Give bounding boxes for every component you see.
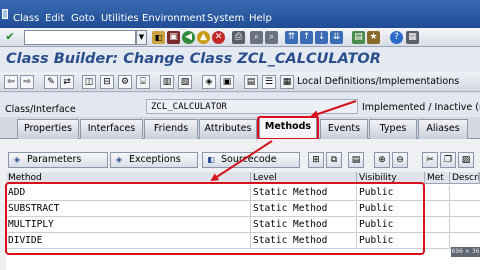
menu-environment[interactable]: Environment (142, 13, 206, 25)
class-interface-row: Class/Interface Implemented / Inactive (… (0, 93, 480, 117)
column-description[interactable]: Descri (450, 172, 480, 184)
insert-row-icon[interactable]: ⊕ (374, 152, 390, 168)
enter-check-icon[interactable]: ✔ (3, 30, 17, 44)
forward-arrow-icon[interactable]: ⇨ (20, 75, 34, 89)
cancel-icon[interactable]: ✕ (212, 31, 225, 44)
check-icon[interactable]: ⊟ (100, 75, 114, 89)
met-cell[interactable] (425, 217, 450, 233)
object-list-icon[interactable]: ▥ (160, 75, 174, 89)
create-session-icon[interactable]: ▤ (352, 31, 365, 44)
next-page-icon[interactable]: ↓ (315, 31, 328, 44)
menu-utilities[interactable]: Utilities (101, 13, 139, 25)
find-icon[interactable]: ⌕ (250, 31, 263, 44)
local-definitions-icon[interactable]: ▦ (280, 75, 294, 89)
local-definitions-button[interactable]: Local Definitions/Implementations (297, 76, 459, 87)
class-documentation-icon[interactable]: ☰ (262, 75, 276, 89)
standard-toolbar: ✔ ▼ ◧ ▣ ◀ ▲ ✕ ⎙ ⌕ ⌕ ⇈ ↑ ↓ ⇊ ▤ ★ ? ▦ (0, 28, 480, 47)
tab-friends[interactable]: Friends (144, 119, 198, 139)
command-field[interactable] (24, 30, 136, 45)
exceptions-label: Exceptions (129, 154, 181, 165)
class-interface-label: Class/Interface (5, 104, 76, 115)
find-next-icon[interactable]: ⌕ (265, 31, 278, 44)
parameters-button[interactable]: ◈ Parameters (8, 152, 108, 168)
back-icon[interactable]: ◀ (182, 31, 195, 44)
previous-page-icon[interactable]: ↑ (300, 31, 313, 44)
met-cell[interactable] (425, 233, 450, 249)
tab-attributes[interactable]: Attributes (199, 119, 257, 139)
met-cell[interactable] (425, 201, 450, 217)
methods-toolbar: ◈ Parameters ◈ Exceptions ◧ Sourcecode ⊞… (0, 150, 480, 170)
filter-icon[interactable]: ⊞ (308, 152, 324, 168)
other-object-icon[interactable]: ✎ (44, 75, 58, 89)
paste-icon[interactable]: ▨ (458, 152, 474, 168)
methods-tab-annotation (257, 116, 319, 140)
menu-system[interactable]: System (207, 13, 244, 25)
column-met[interactable]: Met (425, 172, 450, 184)
parameters-icon: ◈ (13, 155, 21, 164)
back-arrow-icon[interactable]: ⇦ (4, 75, 18, 89)
menu-class[interactable]: Class (13, 13, 39, 25)
copy-row-icon[interactable]: ❐ (440, 152, 456, 168)
menu-help[interactable]: Help (249, 13, 272, 25)
layout-menu-icon[interactable]: ▦ (406, 31, 419, 44)
detail-view-icon[interactable]: ▤ (348, 152, 364, 168)
exit-icon[interactable]: ▲ (197, 31, 210, 44)
tab-interfaces[interactable]: Interfaces (80, 119, 143, 139)
where-used-icon[interactable]: ⌸ (136, 75, 150, 89)
last-page-icon[interactable]: ⇊ (330, 31, 343, 44)
delete-row-icon[interactable]: ⊖ (392, 152, 408, 168)
menu-bar: Class Edit Goto Utilities Environment Sy… (0, 0, 480, 28)
source-code-based-icon[interactable]: ▤ (244, 75, 258, 89)
command-history-dropdown-icon[interactable]: ▼ (136, 30, 147, 45)
sourcecode-label: Sourcecode (221, 154, 277, 165)
save-icon[interactable]: ▣ (167, 31, 180, 44)
help-icon[interactable]: ? (390, 31, 403, 44)
methods-grid-annotation (5, 182, 425, 255)
create-shortcut-icon[interactable]: ★ (367, 31, 380, 44)
tab-types[interactable]: Types (369, 119, 417, 139)
menu-edit[interactable]: Edit (45, 13, 64, 25)
tab-events[interactable]: Events (320, 119, 368, 139)
copy-icon[interactable]: ⧉ (326, 152, 342, 168)
window-menu-icon[interactable] (2, 9, 8, 19)
size-badge: 696 × 36 (451, 247, 480, 257)
active-inactive-icon[interactable]: ◫ (82, 75, 96, 89)
sourcecode-button[interactable]: ◧ Sourcecode (202, 152, 300, 168)
test-icon[interactable]: ◈ (202, 75, 216, 89)
page-title: Class Builder: Change Class ZCL_CALCULAT… (6, 51, 381, 67)
tab-strip: Properties Interfaces Friends Attributes… (0, 117, 480, 139)
first-page-icon[interactable]: ⇈ (285, 31, 298, 44)
tab-aliases[interactable]: Aliases (418, 119, 468, 139)
tab-properties[interactable]: Properties (17, 119, 79, 139)
exceptions-button[interactable]: ◈ Exceptions (110, 152, 198, 168)
cut-icon[interactable]: ✂ (422, 152, 438, 168)
met-cell[interactable] (425, 185, 450, 201)
exceptions-icon: ◈ (115, 155, 123, 164)
history-icon[interactable]: ◧ (152, 31, 165, 44)
class-interface-field[interactable] (146, 99, 358, 114)
title-area: Class Builder: Change Class ZCL_CALCULAT… (0, 47, 480, 72)
activate-icon[interactable]: ⚙ (118, 75, 132, 89)
display-object-icon[interactable]: ▣ (220, 75, 234, 89)
print-icon[interactable]: ⎙ (232, 31, 245, 44)
display-change-icon[interactable]: ⇄ (60, 75, 74, 89)
navigation-window-icon[interactable]: ▧ (178, 75, 192, 89)
class-status: Implemented / Inactive (r (362, 102, 480, 113)
parameters-label: Parameters (27, 154, 82, 165)
sourcecode-icon: ◧ (207, 155, 215, 164)
application-toolbar: ⇦ ⇨ ✎ ⇄ ◫ ⊟ ⚙ ⌸ ▥ ▧ ◈ ▣ ▤ ☰ ▦ Local Defi… (0, 72, 480, 92)
menu-goto[interactable]: Goto (71, 13, 95, 25)
